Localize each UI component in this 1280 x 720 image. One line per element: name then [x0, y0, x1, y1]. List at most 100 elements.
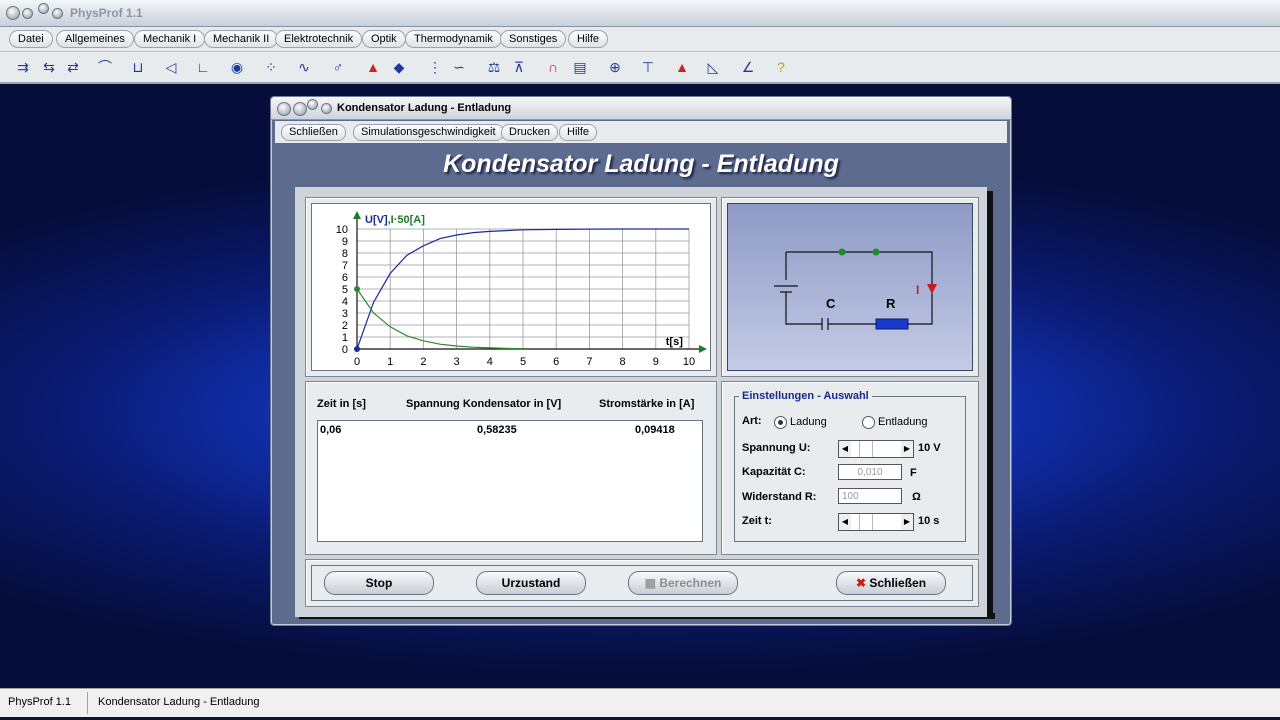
slope-icon[interactable]: ⌒ [96, 58, 114, 76]
compute-button[interactable]: ▦ Berechnen [628, 571, 738, 595]
series-line-1 [356, 288, 524, 350]
eye-icon[interactable]: ◉ [228, 58, 246, 76]
triangle-icon[interactable]: ▲ [673, 58, 691, 76]
radio-entladung[interactable] [862, 416, 875, 429]
y-tick-label: 9 [342, 236, 348, 248]
radio-ladung[interactable] [774, 416, 787, 429]
restore-window-icon[interactable] [52, 8, 63, 19]
circuit-wire-left-bottom [785, 292, 822, 325]
male-symbol-icon[interactable]: ♂ [329, 58, 347, 76]
capacitor-label: C [826, 296, 836, 311]
y-axis-arrow-icon [353, 211, 361, 219]
reset-button[interactable]: Urzustand [476, 571, 586, 595]
settings-panel: Einstellungen - Auswahl Art: Ladung Entl… [721, 381, 979, 555]
widerstand-input[interactable]: 100 [838, 488, 902, 504]
gauge-icon[interactable]: ⊤ [639, 58, 657, 76]
y-tick-label: 3 [342, 308, 348, 320]
balance-icon[interactable]: ⊼ [510, 58, 528, 76]
compute-button-label: Berechnen [659, 576, 722, 590]
dialog-menu-1[interactable]: Simulationsgeschwindigkeit [353, 124, 504, 141]
x-axis-label: t[s] [666, 336, 683, 348]
spring-icon[interactable]: ⋮ [426, 58, 444, 76]
histogram-icon[interactable]: ◺ [704, 58, 722, 76]
transform-icon[interactable]: ⇄ [64, 58, 82, 76]
vector-subtract-icon[interactable]: ⇆ [40, 58, 58, 76]
menu-datei[interactable]: Datei [9, 30, 53, 48]
dialog-menubar: Schließen Simulationsgeschwindigkeit Druck… [275, 121, 1007, 143]
scroll-left-icon[interactable]: ◀ [839, 441, 851, 457]
transistor-icon[interactable]: ⊕ [606, 58, 624, 76]
art-label: Art: [742, 415, 762, 427]
scroll-right-icon[interactable]: ▶ [901, 514, 913, 530]
table-cell-current: 0,09418 [635, 424, 675, 436]
y-tick-label: 7 [342, 260, 348, 272]
menu-allgemeines[interactable]: Allgemeines [56, 30, 134, 48]
status-window: Kondensator Ladung - Entladung [98, 696, 260, 708]
menu-optik[interactable]: Optik [362, 30, 406, 48]
table-body[interactable]: 0,06 0,58235 0,09418 [317, 420, 703, 542]
circuit-svg: C R I [774, 248, 937, 330]
scroll-right-icon[interactable]: ▶ [901, 441, 913, 457]
pressure-icon[interactable]: ⊔ [129, 58, 147, 76]
dialog-menu-0[interactable]: Schließen [281, 124, 346, 141]
calculator-icon: ▦ [644, 576, 660, 590]
lens-icon[interactable]: ◁ [162, 58, 180, 76]
menu-sonstiges[interactable]: Sonstiges [500, 30, 567, 48]
zeit-label: Zeit t: [742, 515, 772, 527]
y-tick-label: 1 [342, 332, 348, 344]
dialog-body: 0 1 2 3 4 5 6 7 8 9 10 0 1 2 3 4 5 6 7 8 9 10 U[V],I·50[A] t[s] [295, 187, 987, 617]
table-header-voltage: Spannung Kondensator in [V] [406, 398, 562, 410]
dialog-minimize-icon[interactable] [293, 102, 307, 116]
scale-icon[interactable]: ⚖ [485, 58, 503, 76]
scroll-left-icon[interactable]: ◀ [839, 514, 851, 530]
main-toolbar: ⇉ ⇆ ⇄ ⌒ ⊔ ◁ ∟ ◉ ⁘ ∿ ♂ ▲ ◆ ⋮ ∽ ⚖ ⊼ ∩ ▤ ⊕ ⊤ ▲ ◺ ∠? [0, 52, 1280, 84]
dialog-maximize-icon[interactable] [307, 99, 318, 110]
switch-contact-left [838, 248, 846, 256]
menu-mechanik-i[interactable]: Mechanik I [134, 30, 206, 48]
status-bar: PhysProf 1.1 Kondensator Ladung - Entlad… [0, 688, 1280, 717]
y-tick-label: 0 [342, 344, 348, 356]
minimize-window-icon[interactable] [22, 8, 33, 19]
reset-button-label: Urzustand [501, 576, 561, 590]
scroll-thumb[interactable] [858, 514, 873, 530]
help-icon[interactable]: ? [772, 58, 790, 76]
graph-icon[interactable]: ∟ [194, 58, 212, 76]
menu-hilfe[interactable]: Hilfe [568, 30, 609, 48]
car-icon[interactable]: ▤ [571, 58, 589, 76]
dialog-close-icon[interactable] [277, 102, 291, 116]
table-header-current: Stromstärke in [A] [599, 398, 695, 410]
spannung-scrollbar[interactable]: ◀ ▶ [838, 440, 914, 458]
x-tick-label: 4 [487, 356, 493, 368]
zeit-scrollbar[interactable]: ◀ ▶ [838, 513, 914, 531]
dialog-menu-2[interactable]: Drucken [501, 124, 558, 141]
vector-add-icon[interactable]: ⇉ [14, 58, 32, 76]
scroll-thumb[interactable] [858, 441, 873, 457]
dialog-restore-icon[interactable] [321, 103, 332, 114]
stop-button[interactable]: Stop [324, 571, 434, 595]
y-axis-label-i: ,I·50[A] [388, 214, 426, 226]
switch-contact-right [872, 248, 880, 256]
maximize-window-icon[interactable] [38, 3, 49, 14]
dialog-menu-3[interactable]: Hilfe [559, 124, 598, 141]
close-window-icon[interactable] [6, 6, 20, 20]
close-button[interactable]: ✖ Schließen [836, 571, 946, 595]
curve-icon[interactable]: ∽ [450, 58, 468, 76]
radio-entladung-label[interactable]: Entladung [878, 416, 928, 428]
dots-icon[interactable]: ⁘ [262, 58, 280, 76]
menu-thermodynamik[interactable]: Thermodynamik [405, 30, 502, 48]
menu-mechanik-ii[interactable]: Mechanik II [204, 30, 279, 48]
current-arrow-icon [927, 284, 937, 294]
fluid-rotate-icon[interactable]: ◆ [390, 58, 408, 76]
distribution-icon[interactable]: ∠ [739, 58, 757, 76]
main-menubar: Datei Allgemeines Mechanik I Mechanik II Ele… [0, 27, 1280, 52]
circuit-panel: C R I [721, 197, 979, 377]
y-tick-label: 10 [336, 224, 348, 236]
magnet-icon[interactable]: ∩ [544, 58, 562, 76]
radio-ladung-label[interactable]: Ladung [790, 416, 827, 428]
kapazitaet-input[interactable]: 0,010 [838, 464, 902, 480]
wave-icon[interactable]: ∿ [295, 58, 313, 76]
kapazitaet-label: Kapazität C: [742, 466, 806, 478]
fluid-icon[interactable]: ▲ [364, 58, 382, 76]
resistor-label: R [886, 296, 896, 311]
menu-elektrotechnik[interactable]: Elektrotechnik [275, 30, 363, 48]
